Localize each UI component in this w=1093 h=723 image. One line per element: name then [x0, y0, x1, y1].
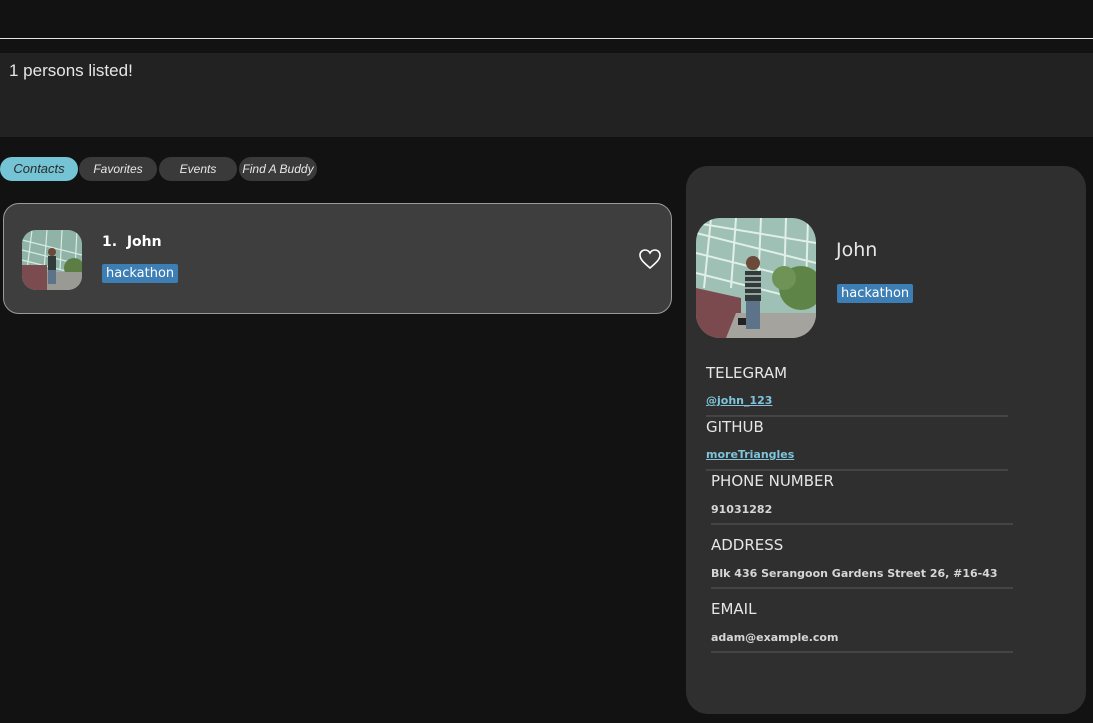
menu-bar [0, 0, 1093, 39]
tag-list: hackathon [102, 262, 179, 283]
address-label: ADDRESS [711, 536, 784, 554]
phone-value: 91031282 [711, 503, 773, 516]
tab-events[interactable]: Events [159, 157, 237, 181]
detail-tag-list: hackathon [837, 282, 914, 303]
tag: hackathon [837, 284, 914, 303]
phone-label: PHONE NUMBER [711, 472, 834, 490]
divider [711, 523, 1013, 525]
address-value: Blk 436 Serangoon Gardens Street 26, #16… [711, 567, 998, 580]
person-index: 1. [102, 234, 118, 250]
telegram-label: TELEGRAM [706, 364, 788, 382]
divider [706, 469, 1008, 471]
result-display: 1 persons listed! [0, 53, 1093, 137]
github-link[interactable]: moreTriangles [706, 448, 794, 461]
tag: hackathon [102, 264, 179, 283]
email-value: adam@example.com [711, 631, 839, 644]
tab-contacts[interactable]: Contacts [0, 157, 78, 181]
heart-icon[interactable] [638, 248, 662, 270]
email-label: EMAIL [711, 600, 757, 618]
result-message: 1 persons listed! [9, 61, 133, 80]
avatar-large [696, 218, 816, 338]
avatar [22, 230, 82, 290]
github-label: GITHUB [706, 418, 764, 436]
detail-name: John [836, 239, 878, 261]
divider [711, 587, 1013, 589]
person-detail-panel: John hackathon TELEGRAM @john_123 GITHUB… [686, 166, 1086, 714]
divider [711, 651, 1013, 653]
tab-favorites[interactable]: Favorites [79, 157, 157, 181]
divider [706, 415, 1008, 417]
telegram-value[interactable]: @john_123 [706, 394, 772, 407]
telegram-link[interactable]: @john_123 [706, 394, 772, 407]
github-value[interactable]: moreTriangles [706, 448, 794, 461]
person-name-text: John [126, 234, 162, 250]
person-name: 1. John [102, 234, 162, 250]
person-list-card[interactable]: 1. John hackathon [3, 203, 672, 314]
tab-find-a-buddy[interactable]: Find A Buddy [239, 157, 317, 181]
